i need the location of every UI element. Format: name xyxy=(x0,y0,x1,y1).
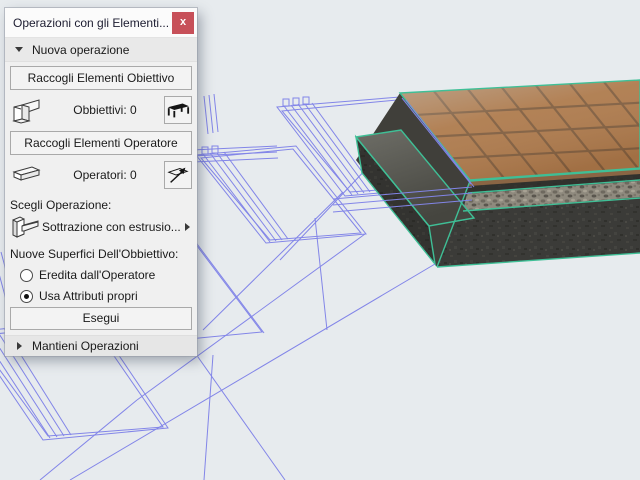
section-keep-operations-label: Mantieni Operazioni xyxy=(32,339,139,353)
collapse-arrow-icon xyxy=(15,47,23,52)
collect-target-elements-button[interactable]: Raccogli Elementi Obiettivo xyxy=(10,66,192,90)
collect-operator-elements-button[interactable]: Raccogli Elementi Operatore xyxy=(10,131,192,155)
table-icon xyxy=(167,103,190,118)
radio-circle-checked-icon[interactable] xyxy=(20,289,33,303)
solid-operations-palette: Operazioni con gli Elementi... x Nuova o… xyxy=(5,8,197,356)
section-keep-operations[interactable]: Mantieni Operazioni xyxy=(5,335,197,356)
dropdown-arrow-icon xyxy=(185,223,190,231)
palette-title: Operazioni con gli Elementi... xyxy=(13,15,170,30)
operation-dropdown[interactable]: Sottrazione con estrusio... xyxy=(10,213,192,241)
operators-count-row: Operatori: 0 xyxy=(10,158,192,192)
section-new-operation-label: Nuova operazione xyxy=(32,42,130,57)
section-new-operation[interactable]: Nuova operazione xyxy=(5,38,197,62)
expand-arrow-icon xyxy=(17,342,22,350)
palette-titlebar[interactable]: Operazioni con gli Elementi... x xyxy=(5,8,197,38)
targets-count-label: Obbiettivi: 0 xyxy=(73,103,137,117)
radio-own-attributes-label: Usa Attributi propri xyxy=(39,289,138,303)
operator-solid-icon xyxy=(10,162,46,188)
target-solid-icon xyxy=(10,95,46,125)
show-operators-button[interactable] xyxy=(164,161,192,189)
radio-inherit-label: Eredita dall'Operatore xyxy=(39,268,156,282)
new-surfaces-label: Nuove Superfici Dell'Obbiettivo: xyxy=(10,247,179,261)
show-targets-button[interactable] xyxy=(164,96,192,124)
subtraction-operation-icon xyxy=(10,213,40,241)
radio-circle-icon[interactable] xyxy=(20,268,33,282)
arrow-through-plane-icon xyxy=(167,167,189,183)
close-button[interactable]: x xyxy=(172,11,194,34)
radio-use-own-attributes[interactable]: Usa Attributi propri xyxy=(20,289,197,303)
execute-button[interactable]: Esegui xyxy=(10,307,192,330)
targets-count-row: Obbiettivi: 0 xyxy=(10,93,192,127)
operators-count-label: Operatori: 0 xyxy=(73,168,137,182)
choose-operation-label: Scegli Operazione: xyxy=(10,198,112,212)
radio-inherit-from-operator[interactable]: Eredita dall'Operatore xyxy=(20,268,197,282)
operation-dropdown-value: Sottrazione con estrusio... xyxy=(42,220,181,234)
